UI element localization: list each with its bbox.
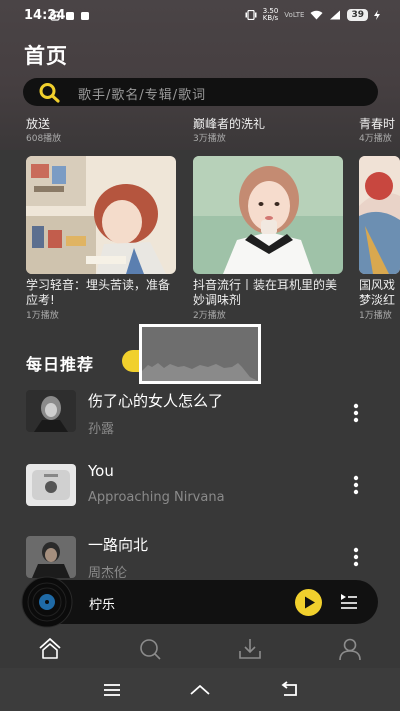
net-type: VoLTE	[284, 11, 305, 19]
now-playing-title: 柠乐	[89, 598, 116, 613]
playlist-title[interactable]: 青春时	[359, 115, 395, 132]
system-home-icon[interactable]	[189, 680, 211, 700]
playlist-cover-photo	[193, 156, 343, 274]
status-bar: 14:24 3.50 KB/s VoLTE 39	[0, 0, 400, 32]
charging-icon	[374, 10, 380, 20]
waveform-graphic	[142, 327, 258, 381]
vinyl-disc-icon[interactable]	[21, 576, 73, 628]
playlist-plays: 3万播放	[193, 134, 226, 144]
playlist-title[interactable]: 放送	[26, 115, 50, 132]
playlist-title[interactable]: 国风戏梦淡红	[359, 278, 400, 308]
playlist-title[interactable]: 巅峰者的洗礼	[193, 115, 265, 132]
song-artist: 周杰伦	[88, 566, 128, 581]
song-cover	[26, 536, 76, 578]
more-icon[interactable]	[346, 474, 366, 496]
play-icon	[305, 596, 315, 609]
section-title: 每日推荐	[26, 355, 95, 374]
playlist-cover[interactable]	[26, 156, 176, 274]
page-title: 首页	[24, 44, 68, 68]
song-row[interactable]: 伤了心的女人怎么了 孙露	[0, 386, 400, 450]
home-icon[interactable]	[37, 636, 63, 662]
menu-icon[interactable]	[101, 680, 123, 700]
search-bar[interactable]: 歌手/歌名/专辑/歌词	[23, 78, 378, 106]
song-row[interactable]: You Approaching Nirvana	[0, 458, 400, 522]
more-icon[interactable]	[346, 402, 366, 424]
play-button[interactable]	[295, 589, 322, 616]
song-artist: Approaching Nirvana	[88, 490, 225, 505]
search-icon[interactable]	[137, 636, 163, 662]
search-icon	[39, 83, 60, 103]
notification-icons	[50, 11, 90, 21]
playlist-card[interactable]: 抖音流行丨装在耳机里的美妙调味剂	[193, 156, 343, 308]
user-icon[interactable]	[337, 636, 363, 662]
song-cover	[26, 464, 76, 506]
playlist-plays: 2万播放	[193, 311, 226, 321]
waveform-overlay	[139, 324, 261, 384]
playlist-plays: 1万播放	[26, 311, 59, 321]
playlist-card[interactable]: 学习轻音：埋头苦读，准备应考!	[26, 156, 176, 308]
song-title: You	[88, 462, 114, 480]
playlist-cover[interactable]	[359, 156, 400, 274]
download-icon[interactable]	[237, 636, 263, 662]
search-placeholder: 歌手/歌名/专辑/歌词	[78, 88, 207, 103]
back-icon[interactable]	[279, 680, 301, 700]
signal-icon	[330, 10, 341, 20]
status-right: 3.50 KB/s VoLTE 39	[245, 8, 380, 22]
song-title: 伤了心的女人怎么了	[88, 392, 224, 410]
playlist-title[interactable]: 抖音流行丨装在耳机里的美妙调味剂	[193, 278, 343, 308]
playlist-plays: 608播放	[26, 134, 62, 144]
wifi-icon	[310, 10, 323, 20]
notification-icon	[81, 12, 89, 20]
playlist-title[interactable]: 学习轻音：埋头苦读，准备应考!	[26, 278, 176, 308]
playlist-cover-illustration	[26, 156, 176, 274]
notification-icon	[66, 12, 74, 20]
song-cover	[26, 390, 76, 432]
playlist-cover[interactable]	[193, 156, 343, 274]
playlist-cover-art	[359, 156, 400, 274]
more-icon[interactable]	[346, 546, 366, 568]
mini-player[interactable]: 柠乐	[21, 576, 378, 628]
bottom-navigation	[0, 632, 400, 668]
playlist-card[interactable]: 国风戏梦淡红	[359, 156, 400, 308]
system-navigation-bar	[0, 668, 400, 711]
photo-icon	[50, 11, 60, 21]
battery-level: 39	[347, 9, 368, 21]
song-title: 一路向北	[88, 536, 149, 554]
playlist-plays: 4万播放	[359, 134, 392, 144]
playlist-queue-icon[interactable]	[339, 592, 359, 612]
vibrate-icon	[245, 10, 257, 20]
song-artist: 孙露	[88, 422, 115, 437]
playlist-plays: 1万播放	[359, 311, 392, 321]
net-speed: 3.50 KB/s	[262, 7, 279, 22]
